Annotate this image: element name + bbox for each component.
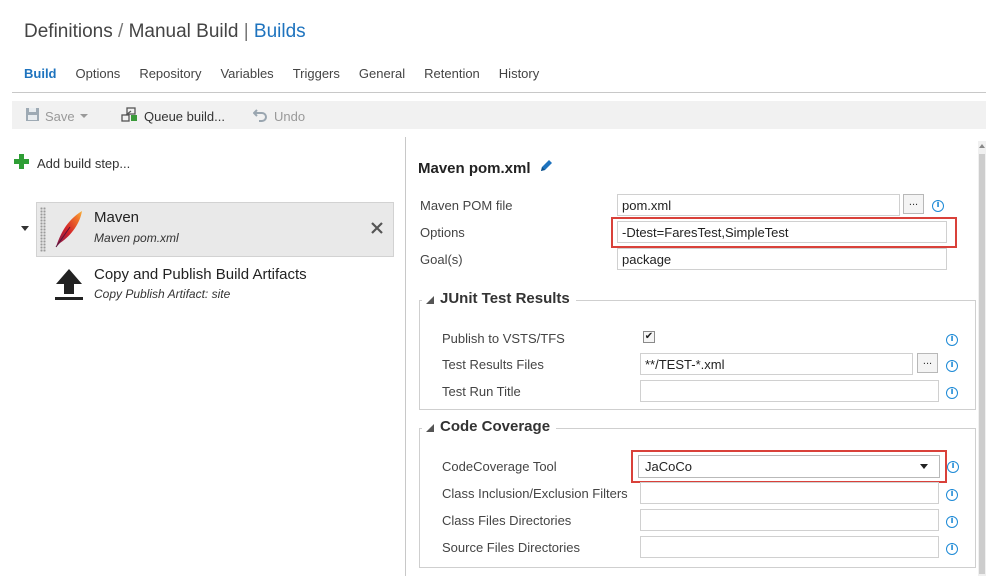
plus-icon (13, 153, 30, 173)
build-step-copy-publish[interactable]: Copy and Publish Build Artifacts Copy Pu… (36, 260, 394, 310)
info-icon[interactable]: i (932, 200, 944, 212)
goals-label: Goal(s) (420, 252, 463, 267)
source-files-directories-label: Source Files Directories (442, 540, 580, 555)
tab-history[interactable]: History (499, 66, 539, 81)
scrollbar-thumb[interactable] (979, 154, 985, 574)
save-button[interactable]: Save (25, 107, 88, 125)
info-icon[interactable]: i (946, 489, 958, 501)
tabs-divider (12, 92, 986, 93)
tab-triggers[interactable]: Triggers (293, 66, 340, 81)
junit-section-title: JUnit Test Results (440, 290, 570, 307)
chevron-down-icon (79, 114, 88, 118)
step-subtitle: Copy Publish Artifact: site (94, 287, 231, 301)
junit-section-header[interactable]: JUnit Test Results (422, 290, 576, 307)
build-step-maven[interactable]: Maven Maven pom.xml (36, 202, 394, 257)
info-icon[interactable]: i (947, 461, 959, 473)
tab-variables[interactable]: Variables (220, 66, 273, 81)
step-subtitle: Maven pom.xml (94, 231, 179, 245)
test-results-files-input[interactable]: **/TEST-*.xml (640, 353, 913, 375)
breadcrumb-divider: | (243, 21, 249, 42)
undo-label: Undo (274, 108, 306, 124)
pencil-icon[interactable] (538, 158, 554, 178)
save-icon (25, 107, 40, 125)
breadcrumb-definitions[interactable]: Definitions (24, 21, 113, 42)
breadcrumb-builds[interactable]: Builds (254, 21, 306, 42)
save-label: Save (45, 108, 75, 124)
info-icon[interactable]: i (946, 360, 958, 372)
info-icon[interactable]: i (946, 516, 958, 528)
toolbar: Save Queue build... Undo (12, 101, 986, 129)
collapse-triangle-icon[interactable] (21, 226, 29, 231)
code-coverage-section-title: Code Coverage (440, 418, 551, 435)
breadcrumb-definition-name: Manual Build (128, 21, 239, 42)
class-filters-input[interactable] (640, 482, 939, 504)
upload-arrow-icon (54, 266, 84, 305)
add-build-step-button[interactable]: Add build step... (13, 153, 130, 173)
queue-build-icon (121, 107, 139, 126)
undo-icon (252, 107, 269, 125)
tab-build[interactable]: Build (24, 66, 57, 81)
publish-checkbox[interactable]: ✔ (643, 331, 655, 343)
test-run-title-input[interactable] (640, 380, 939, 402)
browse-pom-button[interactable]: ... (903, 194, 924, 214)
tab-retention[interactable]: Retention (424, 66, 480, 81)
tab-options[interactable]: Options (76, 66, 121, 81)
publish-label: Publish to VSTS/TFS (442, 331, 565, 346)
goals-input[interactable]: package (617, 248, 947, 270)
tab-general[interactable]: General (359, 66, 405, 81)
undo-button[interactable]: Undo (252, 107, 306, 125)
queue-build-label: Queue build... (144, 109, 225, 124)
class-files-directories-input[interactable] (640, 509, 939, 531)
test-results-files-label: Test Results Files (442, 357, 544, 372)
remove-step-icon[interactable] (370, 221, 384, 238)
options-highlight (611, 217, 957, 248)
scroll-up-icon[interactable] (979, 144, 985, 148)
tab-repository[interactable]: Repository (139, 66, 201, 81)
code-coverage-section-header[interactable]: Code Coverage (422, 418, 557, 435)
maven-pom-file-input[interactable]: pom.xml (617, 194, 900, 216)
task-title: Maven pom.xml (418, 158, 554, 178)
breadcrumb: Definitions / Manual Build | Builds (24, 21, 306, 43)
class-filters-label: Class Inclusion/Exclusion Filters (442, 486, 628, 501)
definition-tabs: Build Options Repository Variables Triggers G… (24, 66, 558, 84)
browse-results-button[interactable]: ... (917, 353, 938, 373)
options-label: Options (420, 225, 465, 240)
info-icon[interactable]: i (946, 543, 958, 555)
add-build-step-label: Add build step... (37, 155, 131, 171)
collapse-icon (426, 295, 434, 304)
test-run-title-label: Test Run Title (442, 384, 521, 399)
step-title: Maven (94, 209, 140, 226)
maven-feather-icon (52, 209, 86, 252)
info-icon[interactable]: i (946, 387, 958, 399)
class-files-directories-label: Class Files Directories (442, 513, 572, 528)
code-coverage-tool-label: CodeCoverage Tool (442, 459, 557, 474)
breadcrumb-separator: / (118, 21, 124, 42)
collapse-icon (426, 423, 434, 432)
drag-handle-icon[interactable] (40, 207, 46, 252)
queue-build-button[interactable]: Queue build... (121, 107, 225, 126)
step-title: Copy and Publish Build Artifacts (94, 266, 307, 283)
code-coverage-highlight (631, 450, 947, 483)
panel-divider[interactable] (405, 137, 406, 576)
task-title-text: Maven pom.xml (418, 159, 531, 177)
source-files-directories-input[interactable] (640, 536, 939, 558)
maven-pom-file-label: Maven POM file (420, 198, 513, 213)
info-icon[interactable]: i (946, 334, 958, 346)
